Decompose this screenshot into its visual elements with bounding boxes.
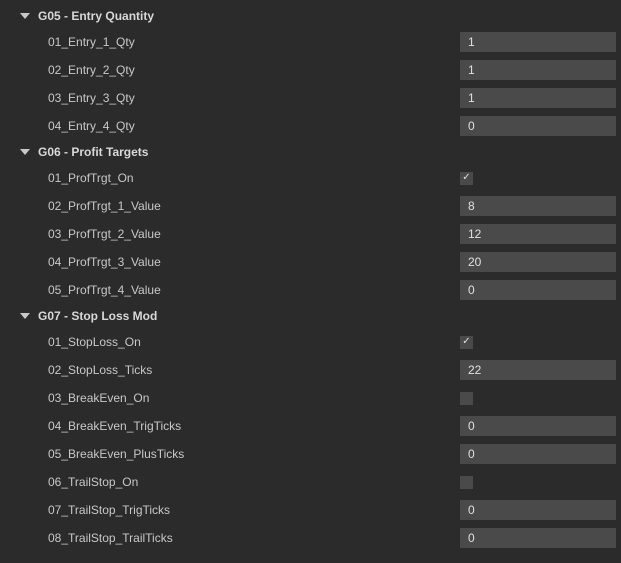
property-row-stoploss-on: 01_StopLoss_On xyxy=(0,328,621,356)
property-grid: G05 - Entry Quantity 01_Entry_1_Qty 02_E… xyxy=(0,0,621,556)
property-value-cell xyxy=(460,528,621,548)
breakeven-plusticks-input[interactable] xyxy=(460,444,616,464)
property-value-cell xyxy=(460,360,621,380)
group-title: G05 - Entry Quantity xyxy=(38,9,154,23)
property-value-cell xyxy=(460,116,621,136)
stoploss-ticks-input[interactable] xyxy=(460,360,616,380)
property-row-stoploss-ticks: 02_StopLoss_Ticks xyxy=(0,356,621,384)
group-header-g07[interactable]: G07 - Stop Loss Mod xyxy=(0,304,621,328)
property-value-cell xyxy=(460,224,621,244)
breakeven-trigticks-input[interactable] xyxy=(460,416,616,436)
trailstop-trailticks-input[interactable] xyxy=(460,528,616,548)
property-row-trailstop-on: 06_TrailStop_On xyxy=(0,468,621,496)
property-value-cell xyxy=(460,472,621,492)
property-value-cell xyxy=(460,196,621,216)
breakeven-on-checkbox[interactable] xyxy=(460,392,473,405)
property-label: 02_ProfTrgt_1_Value xyxy=(48,199,460,213)
group-title: G07 - Stop Loss Mod xyxy=(38,309,157,323)
property-label: 01_StopLoss_On xyxy=(48,335,460,349)
property-row-entry1qty: 01_Entry_1_Qty xyxy=(0,28,621,56)
property-row-entry2qty: 02_Entry_2_Qty xyxy=(0,56,621,84)
proftrgt2val-input[interactable] xyxy=(460,224,616,244)
property-value-cell xyxy=(460,32,621,52)
group-title: G06 - Profit Targets xyxy=(38,145,148,159)
property-value-cell xyxy=(460,60,621,80)
property-row-proftrgt1val: 02_ProfTrgt_1_Value xyxy=(0,192,621,220)
property-row-entry3qty: 03_Entry_3_Qty xyxy=(0,84,621,112)
property-value-cell xyxy=(460,500,621,520)
entry4qty-input[interactable] xyxy=(460,116,616,136)
property-label: 02_StopLoss_Ticks xyxy=(48,363,460,377)
property-row-trailstop-trailticks: 08_TrailStop_TrailTicks xyxy=(0,524,621,552)
property-label: 01_Entry_1_Qty xyxy=(48,35,460,49)
group-header-g05[interactable]: G05 - Entry Quantity xyxy=(0,4,621,28)
proftrgt1val-input[interactable] xyxy=(460,196,616,216)
property-row-proftrgt2val: 03_ProfTrgt_2_Value xyxy=(0,220,621,248)
group-header-g06[interactable]: G06 - Profit Targets xyxy=(0,140,621,164)
property-label: 03_Entry_3_Qty xyxy=(48,91,460,105)
property-label: 01_ProfTrgt_On xyxy=(48,171,460,185)
property-label: 06_TrailStop_On xyxy=(48,475,460,489)
property-label: 04_ProfTrgt_3_Value xyxy=(48,255,460,269)
property-value-cell xyxy=(460,388,621,408)
property-value-cell xyxy=(460,280,621,300)
entry1qty-input[interactable] xyxy=(460,32,616,52)
property-row-proftrgt3val: 04_ProfTrgt_3_Value xyxy=(0,248,621,276)
property-label: 03_ProfTrgt_2_Value xyxy=(48,227,460,241)
property-value-cell xyxy=(460,444,621,464)
trailstop-trigticks-input[interactable] xyxy=(460,500,616,520)
property-value-cell xyxy=(460,332,621,352)
property-label: 05_BreakEven_PlusTicks xyxy=(48,447,460,461)
proftrgt-on-checkbox[interactable] xyxy=(460,172,473,185)
property-value-cell xyxy=(460,168,621,188)
property-label: 08_TrailStop_TrailTicks xyxy=(48,531,460,545)
property-value-cell xyxy=(460,252,621,272)
stoploss-on-checkbox[interactable] xyxy=(460,336,473,349)
property-label: 05_ProfTrgt_4_Value xyxy=(48,283,460,297)
property-row-trailstop-trigticks: 07_TrailStop_TrigTicks xyxy=(0,496,621,524)
property-label: 03_BreakEven_On xyxy=(48,391,460,405)
property-row-breakeven-on: 03_BreakEven_On xyxy=(0,384,621,412)
property-row-entry4qty: 04_Entry_4_Qty xyxy=(0,112,621,140)
entry3qty-input[interactable] xyxy=(460,88,616,108)
property-value-cell xyxy=(460,88,621,108)
trailstop-on-checkbox[interactable] xyxy=(460,476,473,489)
property-label: 04_BreakEven_TrigTicks xyxy=(48,419,460,433)
property-label: 07_TrailStop_TrigTicks xyxy=(48,503,460,517)
chevron-down-icon xyxy=(20,13,30,19)
property-label: 02_Entry_2_Qty xyxy=(48,63,460,77)
property-row-breakeven-plusticks: 05_BreakEven_PlusTicks xyxy=(0,440,621,468)
property-label: 04_Entry_4_Qty xyxy=(48,119,460,133)
proftrgt3val-input[interactable] xyxy=(460,252,616,272)
proftrgt4val-input[interactable] xyxy=(460,280,616,300)
property-row-proftrgt4val: 05_ProfTrgt_4_Value xyxy=(0,276,621,304)
chevron-down-icon xyxy=(20,313,30,319)
property-value-cell xyxy=(460,416,621,436)
property-row-proftrgt-on: 01_ProfTrgt_On xyxy=(0,164,621,192)
entry2qty-input[interactable] xyxy=(460,60,616,80)
property-row-breakeven-trigticks: 04_BreakEven_TrigTicks xyxy=(0,412,621,440)
chevron-down-icon xyxy=(20,149,30,155)
